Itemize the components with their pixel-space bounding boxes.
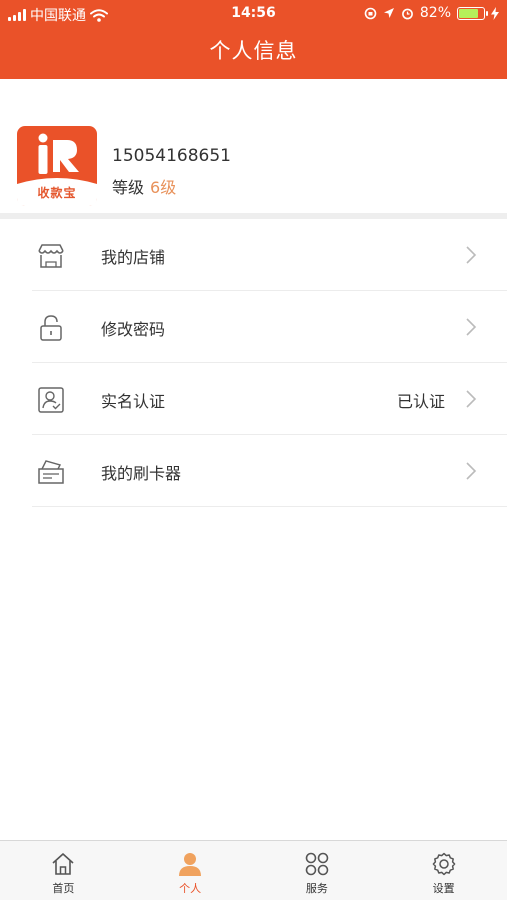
chevron-right-icon — [466, 318, 477, 336]
menu-list: 我的店铺 修改密码 实名认证 已认证 我的刷卡器 — [0, 219, 507, 507]
tab-label: 服务 — [305, 882, 328, 895]
charging-icon — [491, 6, 499, 20]
menu-item-my-store[interactable]: 我的店铺 — [0, 219, 507, 291]
app-screen: 中国联通 14:56 82% 个人信息 收款宝 15054168651 等级 6… — [0, 0, 507, 900]
header-bar: 中国联通 14:56 82% 个人信息 — [0, 0, 507, 79]
alarm-icon — [401, 8, 413, 19]
tab-home[interactable]: 首页 — [0, 841, 127, 900]
rotation-lock-icon — [364, 7, 377, 19]
level-value: 6级 — [150, 178, 177, 197]
menu-item-card-reader[interactable]: 我的刷卡器 — [0, 435, 507, 507]
card-reader-icon — [38, 460, 64, 484]
home-icon — [52, 853, 74, 875]
id-card-icon — [38, 387, 64, 413]
person-icon — [179, 853, 202, 876]
gear-icon — [432, 852, 455, 876]
tab-label: 首页 — [52, 882, 75, 895]
chevron-right-icon — [466, 246, 477, 264]
bottom-tab-bar: 首页 个人 服务 设置 — [0, 840, 507, 900]
app-logo: 收款宝 — [17, 126, 97, 206]
tab-personal[interactable]: 个人 — [127, 841, 254, 900]
lock-icon — [40, 315, 62, 341]
menu-label: 实名认证 — [101, 392, 166, 411]
shop-icon — [38, 244, 64, 268]
profile-card: 收款宝 15054168651 等级 6级 — [0, 79, 507, 213]
menu-label: 修改密码 — [101, 320, 166, 339]
battery-percent: 82% — [419, 5, 451, 21]
tab-settings[interactable]: 设置 — [380, 841, 507, 900]
chevron-right-icon — [466, 390, 477, 408]
battery-fill — [459, 8, 478, 18]
menu-label: 我的店铺 — [101, 248, 166, 267]
user-phone: 15054168651 — [112, 146, 231, 166]
page-title: 个人信息 — [209, 39, 298, 63]
tab-services[interactable]: 服务 — [254, 841, 381, 900]
menu-item-change-password[interactable]: 修改密码 — [0, 291, 507, 363]
status-bar: 中国联通 14:56 82% — [0, 0, 507, 28]
tab-label: 个人 — [179, 882, 202, 895]
location-icon — [383, 8, 394, 18]
status-right: 82% — [364, 5, 499, 21]
menu-item-real-name-auth[interactable]: 实名认证 已认证 — [0, 363, 507, 435]
user-level: 等级 6级 — [112, 174, 176, 198]
chevron-right-icon — [466, 462, 477, 480]
grid-icon — [305, 852, 329, 876]
logo-text: 收款宝 — [37, 186, 77, 200]
battery-icon — [457, 6, 488, 20]
menu-label: 我的刷卡器 — [101, 464, 182, 483]
tab-label: 设置 — [432, 882, 455, 895]
auth-status: 已认证 — [396, 392, 445, 411]
level-label: 等级 — [112, 178, 145, 197]
